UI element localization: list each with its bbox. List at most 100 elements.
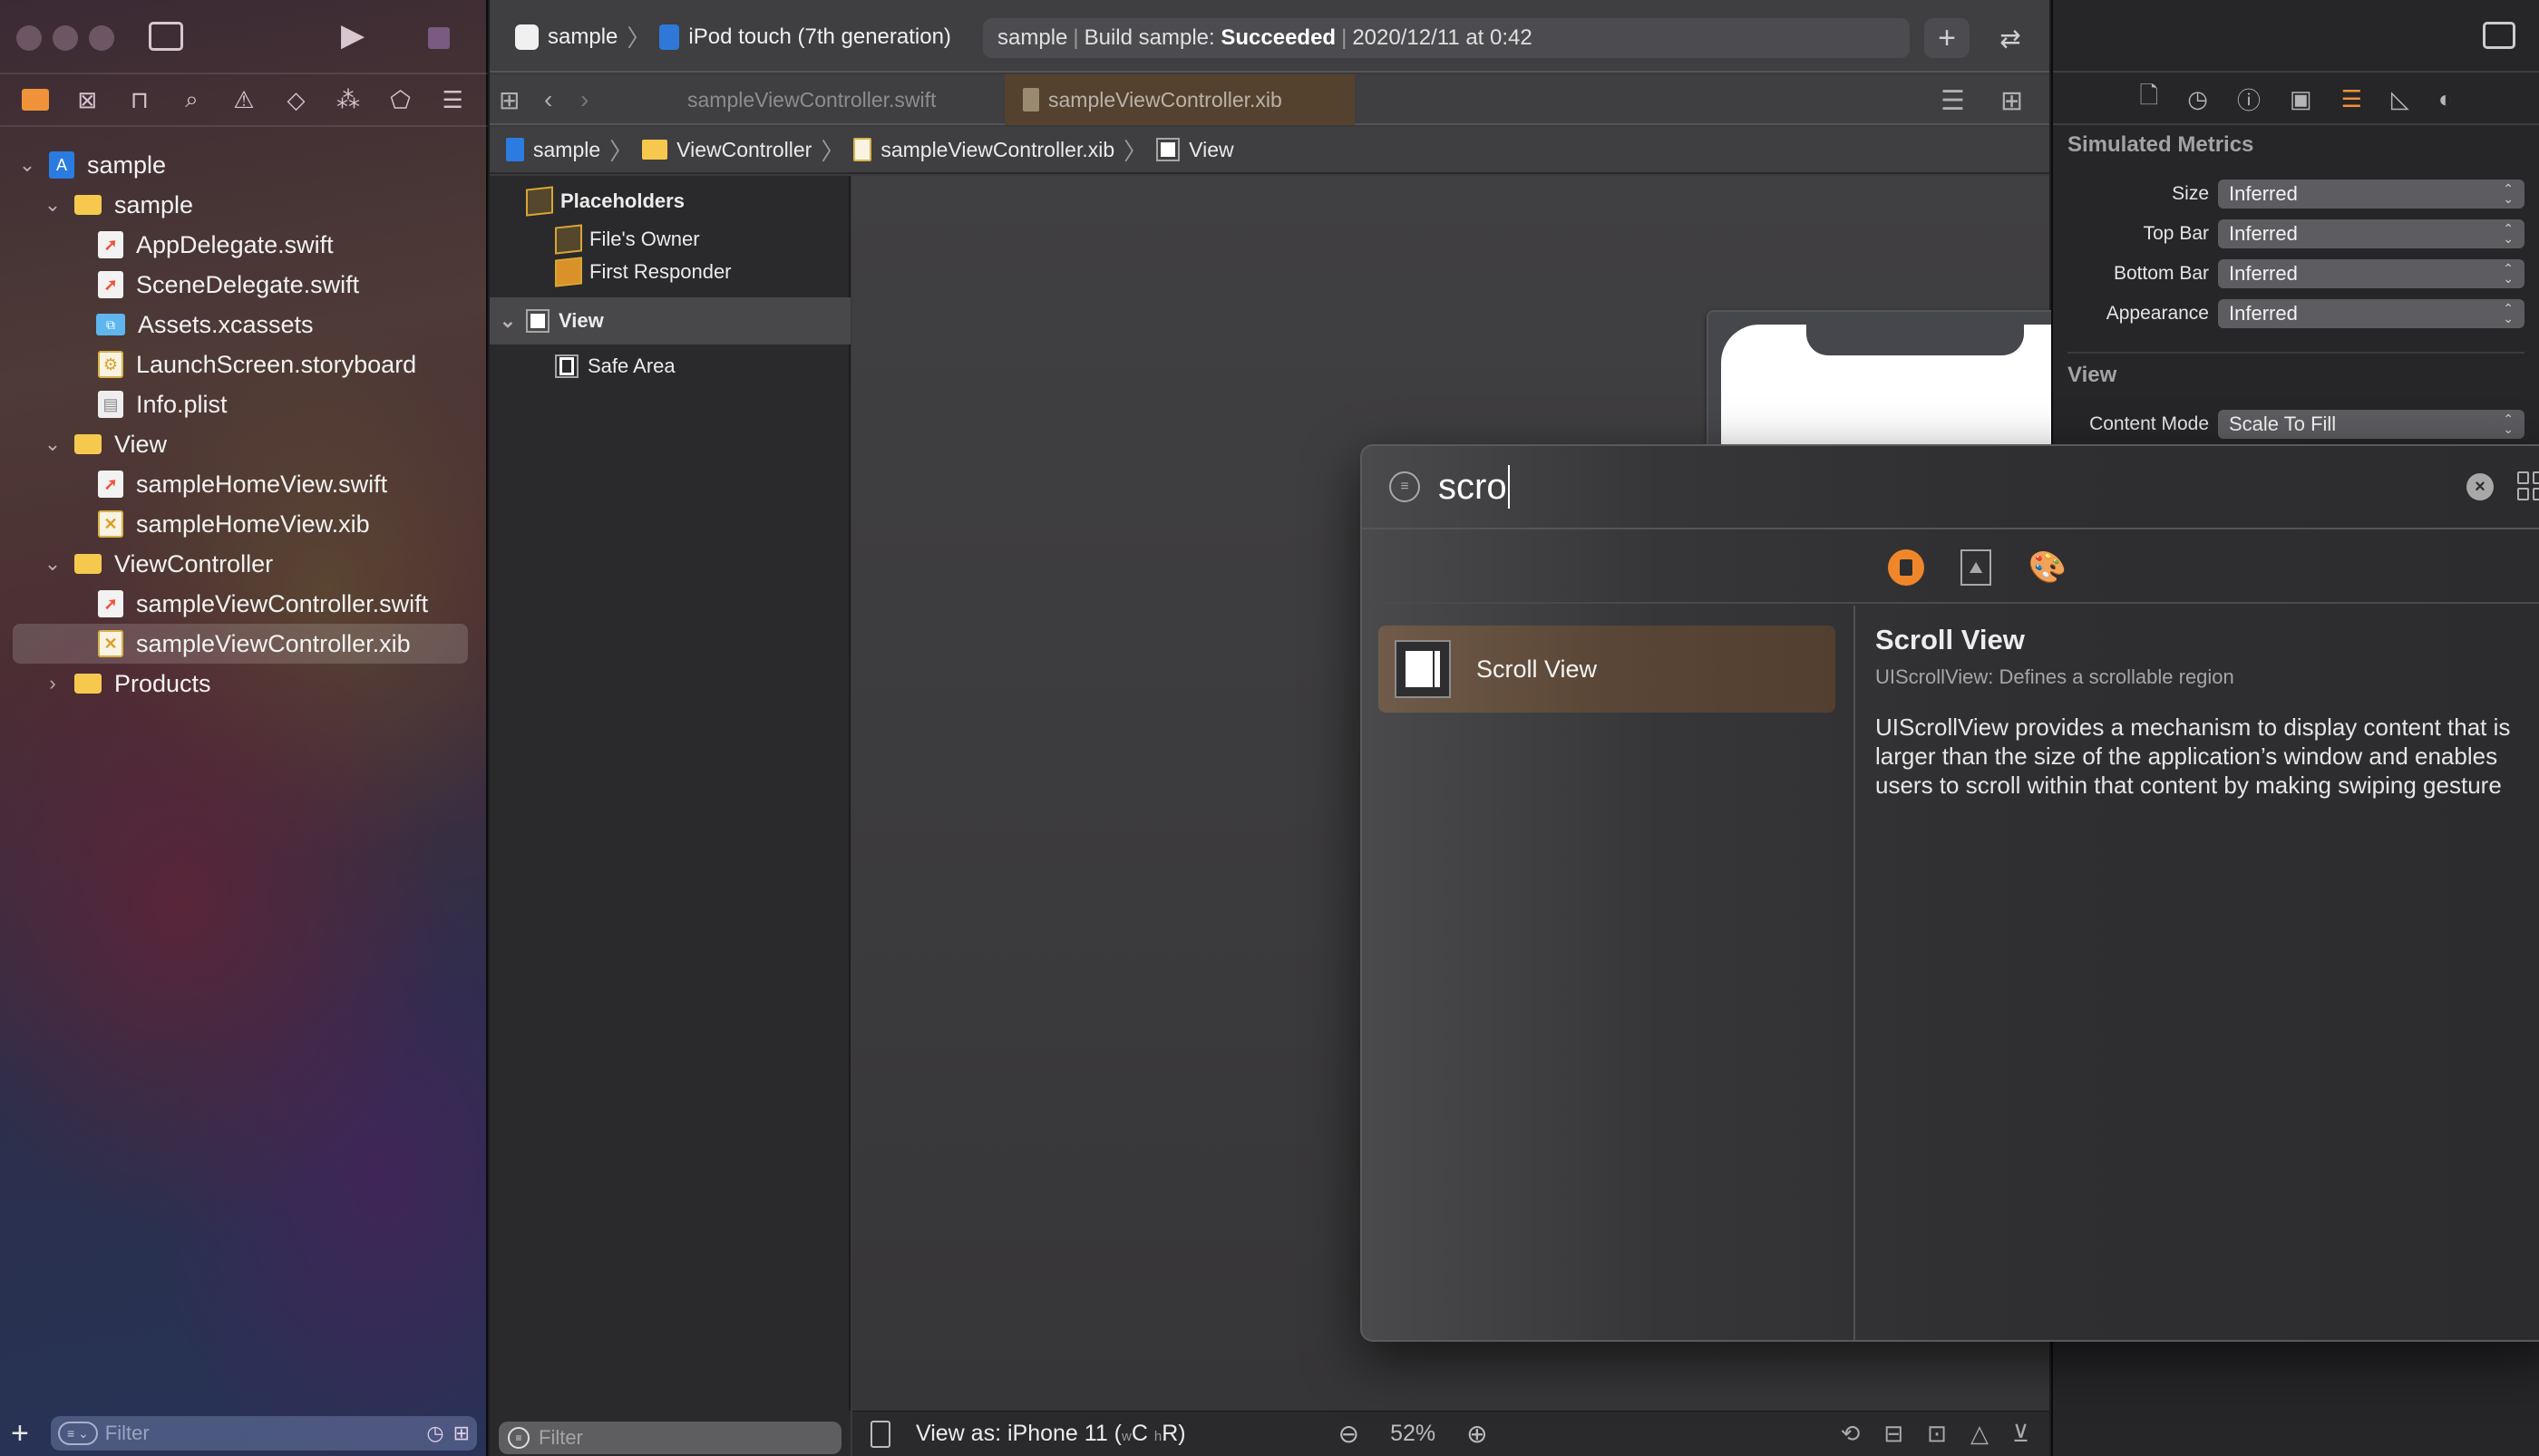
close-window-button[interactable]: [16, 25, 42, 51]
outline-placeholders[interactable]: Placeholders: [490, 183, 851, 219]
chevron-right-icon[interactable]: ›: [42, 672, 63, 695]
library-result-item[interactable]: Scroll View: [1378, 626, 1835, 713]
objects-library-tab[interactable]: [1888, 549, 1924, 586]
editor-options-icon[interactable]: ☰: [1941, 85, 1965, 117]
scheme-selector[interactable]: sample 〉 iPod touch (7th generation): [515, 20, 951, 53]
add-editor-icon[interactable]: ⊞: [2000, 85, 2023, 117]
chevron-down-icon[interactable]: ⌄: [42, 432, 63, 456]
tree-item-file[interactable]: ⧉ Assets.xcassets: [0, 305, 486, 345]
source-control-filter-icon[interactable]: ⊞: [453, 1422, 470, 1445]
report-navigator-tab[interactable]: ☰: [434, 82, 471, 118]
breakpoint-navigator-tab[interactable]: ⬠: [383, 82, 419, 118]
run-destination[interactable]: iPod touch (7th generation): [688, 24, 951, 50]
tree-item-file[interactable]: ➚ sampleHomeView.swift: [0, 464, 486, 504]
chevron-down-icon[interactable]: ⌄: [16, 153, 38, 177]
filter-icon[interactable]: ≡: [1389, 471, 1420, 502]
clear-search-icon[interactable]: ×: [2466, 473, 2494, 500]
forward-button[interactable]: ›: [580, 85, 589, 114]
source-control-navigator-tab[interactable]: ⊠: [69, 82, 105, 118]
outline-label: Placeholders: [560, 189, 685, 212]
view-as-button[interactable]: View as: iPhone 11 (wC hR): [916, 1421, 1186, 1447]
zoom-out-icon[interactable]: ⊖: [1338, 1419, 1359, 1449]
identity-inspector-icon[interactable]: ▣: [2290, 85, 2312, 113]
symbol-navigator-tab[interactable]: ⊓: [122, 82, 158, 118]
debug-navigator-tab[interactable]: ⁂: [330, 82, 366, 118]
inspector-toggle-icon[interactable]: [2483, 22, 2515, 49]
toggle-outline-icon[interactable]: [871, 1420, 890, 1448]
back-button[interactable]: ‹: [544, 85, 552, 114]
size-inspector-icon[interactable]: ◺: [2391, 85, 2409, 113]
activity-status-prefix: Build sample:: [1084, 25, 1215, 50]
size-class-h: h: [1153, 1429, 1162, 1444]
filter-options-icon[interactable]: ≡ ⌄: [58, 1422, 98, 1445]
embed-in-icon[interactable]: ⊻: [2012, 1420, 2029, 1448]
align-icon[interactable]: ⊟: [1883, 1420, 1903, 1448]
result-label: Scroll View: [1476, 655, 1598, 683]
tree-item-file[interactable]: ▤ Info.plist: [0, 384, 486, 424]
outline-first-responder[interactable]: First Responder: [490, 254, 851, 290]
device-icon: [659, 24, 680, 50]
test-navigator-tab[interactable]: ◇: [278, 82, 315, 118]
update-frames-icon[interactable]: ⟲: [1841, 1420, 1861, 1448]
project-navigator-tab[interactable]: [17, 82, 54, 118]
chevron-down-icon[interactable]: ⌄: [42, 193, 63, 217]
add-constraints-icon[interactable]: ⊡: [1927, 1420, 1947, 1448]
tree-item-folder-sample[interactable]: ⌄ sample: [0, 185, 486, 225]
jumpbar-item[interactable]: View: [1189, 138, 1233, 162]
tree-item-file-selected[interactable]: ✕ sampleViewController.xib: [0, 624, 486, 664]
tree-item-file[interactable]: ➚ sampleViewController.swift: [0, 584, 486, 624]
size-select[interactable]: Inferred ⌃ ⌄: [2218, 180, 2524, 209]
navigator-filter-field[interactable]: ≡ ⌄ Filter ◷ ⊞: [51, 1416, 477, 1451]
tree-item-folder-products[interactable]: › Products: [0, 664, 486, 704]
outline-filter-field[interactable]: ≡ Filter: [499, 1422, 841, 1454]
tree-item-folder-viewcontroller[interactable]: ⌄ ViewController: [0, 544, 486, 584]
outline-files-owner[interactable]: File's Owner: [490, 221, 851, 257]
sidebar-toggle-icon[interactable]: [149, 22, 183, 51]
color-library-tab[interactable]: 🎨: [2028, 549, 2067, 586]
bottom-bar-select[interactable]: Inferred ⌃ ⌄: [2218, 259, 2524, 288]
zoom-window-button[interactable]: [89, 25, 114, 51]
issue-navigator-tab[interactable]: ⚠: [226, 82, 262, 118]
tree-item-file[interactable]: ➚ SceneDelegate.swift: [0, 265, 486, 305]
content-mode-select[interactable]: Scale To Fill ⌃ ⌄: [2218, 410, 2524, 439]
jumpbar-item[interactable]: ViewController: [676, 138, 812, 162]
tree-item-folder-view[interactable]: ⌄ View: [0, 424, 486, 464]
tree-item-project-sample[interactable]: ⌄ A sample: [0, 145, 486, 185]
tree-item-file[interactable]: ✕ sampleHomeView.xib: [0, 504, 486, 544]
connections-inspector-icon[interactable]: ◐: [2438, 85, 2453, 113]
minimize-window-button[interactable]: [53, 25, 78, 51]
top-bar-select[interactable]: Inferred ⌃ ⌄: [2218, 219, 2524, 248]
zoom-level: 52%: [1390, 1421, 1436, 1446]
quick-help-icon[interactable]: ⓘ: [2237, 83, 2261, 116]
jumpbar-item[interactable]: sampleViewController.xib: [880, 138, 1114, 162]
chevron-down-icon[interactable]: ⌄: [497, 309, 519, 333]
add-file-button[interactable]: +: [11, 1416, 38, 1451]
related-items-icon[interactable]: ⊞: [499, 85, 520, 115]
tree-item-file[interactable]: ⚙ LaunchScreen.storyboard: [0, 345, 486, 384]
outline-view[interactable]: ⌄ View: [490, 297, 851, 345]
stop-button[interactable]: [428, 27, 450, 49]
find-navigator-tab[interactable]: ⌕: [173, 82, 209, 118]
file-inspector-icon[interactable]: 🗋: [2139, 79, 2158, 119]
grid-view-icon[interactable]: [2517, 471, 2539, 500]
outline-safe-area[interactable]: Safe Area: [490, 348, 851, 384]
code-review-button[interactable]: ⇄: [1988, 18, 2033, 58]
library-button[interactable]: +: [1924, 18, 1970, 58]
library-search-input[interactable]: scro: [1438, 465, 1510, 509]
tab-sampleviewcontroller-swift[interactable]: sampleViewController.swift: [660, 74, 936, 125]
history-inspector-icon[interactable]: ◷: [2187, 85, 2208, 113]
jumpbar-item[interactable]: sample: [533, 138, 600, 162]
document-outline: Placeholders File's Owner First Responde…: [490, 176, 851, 1411]
hierarchy-icon: ⊓: [130, 85, 149, 113]
tab-sampleviewcontroller-xib[interactable]: sampleViewController.xib: [1005, 74, 1355, 125]
tree-item-file[interactable]: ➚ AppDelegate.swift: [0, 225, 486, 265]
chevron-down-icon[interactable]: ⌄: [42, 552, 63, 576]
run-button[interactable]: ▶: [341, 20, 365, 51]
appearance-select[interactable]: Inferred ⌃ ⌄: [2218, 299, 2524, 328]
attributes-inspector-icon[interactable]: ☰: [2341, 85, 2362, 113]
recent-files-icon[interactable]: ◷: [426, 1422, 443, 1445]
zoom-in-icon[interactable]: ⊕: [1466, 1419, 1487, 1449]
scheme-name: sample: [548, 24, 618, 49]
media-library-tab[interactable]: ⛰: [1960, 549, 1991, 586]
resolve-layout-icon[interactable]: △: [1970, 1420, 1989, 1448]
